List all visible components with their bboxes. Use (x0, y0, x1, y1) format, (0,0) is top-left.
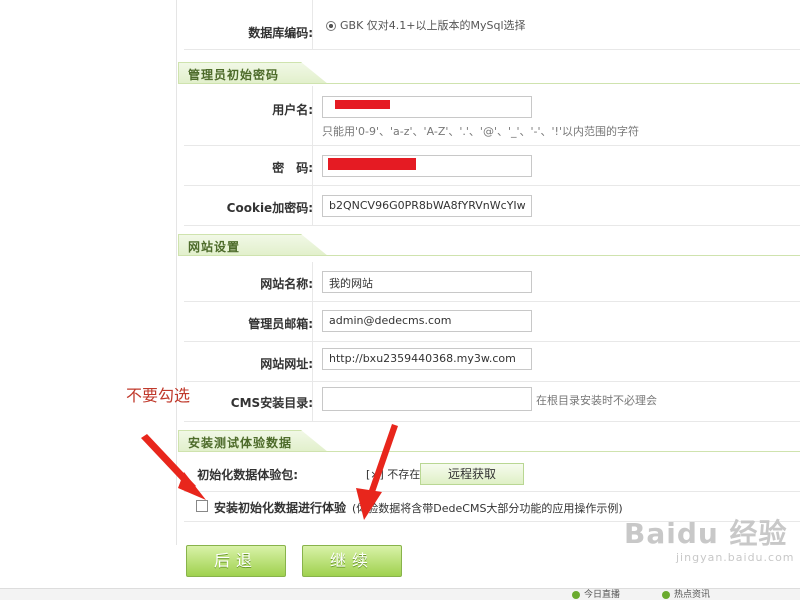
username-hint: 只能用'0-9'、'a-z'、'A-Z'、'.'、'@'、'_'、'-'、'!'… (322, 125, 639, 138)
install-test-data-checkbox[interactable] (196, 500, 208, 512)
cookie-input[interactable]: b2QNCV96G0PR8bWA8fYRVnWcYIw (322, 195, 532, 217)
password-label: 密 码: (272, 161, 313, 175)
annotation-text: 不要勾选 (126, 386, 191, 405)
install-test-data-hint: (体验数据将含带DedeCMS大部分功能的应用操作示例) (352, 502, 623, 515)
cookie-label: Cookie加密码: (226, 201, 313, 215)
site-section-title: 网站设置 (188, 240, 241, 254)
baidu-watermark-url: jingyan.baidu.com (676, 551, 795, 564)
admin-email-input[interactable]: admin@dedecms.com (322, 310, 532, 332)
install-test-data-label: 安装初始化数据进行体验 (214, 501, 347, 515)
cms-dir-hint: 在根目录安装时不必理会 (536, 394, 657, 407)
test-section-header: 安装测试体验数据 (178, 430, 800, 452)
admin-email-label: 管理员邮箱: (248, 317, 313, 331)
admin-section-header: 管理员初始密码 (178, 62, 800, 84)
section-line (178, 83, 800, 84)
username-label: 用户名: (272, 103, 313, 117)
site-url-input[interactable]: http://bxu2359440368.my3w.com (322, 348, 532, 370)
row-separator (312, 186, 313, 225)
cms-dir-input[interactable] (322, 387, 532, 411)
section-line (178, 451, 800, 452)
remote-fetch-button[interactable]: 远程获取 (420, 463, 524, 485)
site-name-input[interactable]: 我的网站 (322, 271, 532, 293)
password-redaction (328, 158, 416, 170)
row-separator (312, 262, 313, 301)
row-separator (312, 86, 313, 145)
row-separator (312, 382, 313, 421)
status-item-news[interactable]: 热点资讯 (662, 589, 710, 600)
row-separator (312, 146, 313, 185)
row-separator (312, 0, 313, 49)
username-redaction (335, 100, 390, 109)
test-section-title: 安装测试体验数据 (188, 436, 293, 450)
site-section-header: 网站设置 (178, 234, 800, 256)
row-separator (312, 302, 313, 341)
baidu-watermark-logo: Baidu 经验 (624, 517, 788, 550)
back-button[interactable]: 后退 (186, 545, 286, 577)
db-encoding-label: 数据库编码: (248, 26, 313, 40)
gbk-option-text: GBK 仅对4.1+以上版本的MySql选择 (340, 19, 526, 32)
admin-section-title: 管理员初始密码 (188, 68, 280, 82)
status-item-live[interactable]: 今日直播 (572, 589, 620, 600)
news-icon (662, 590, 670, 599)
gbk-radio[interactable] (326, 21, 336, 31)
site-url-label: 网站网址: (260, 357, 313, 371)
row-separator (312, 342, 313, 381)
continue-button[interactable]: 继续 (302, 545, 402, 577)
init-package-label: 初始化数据体验包: (197, 468, 298, 482)
site-name-label: 网站名称: (260, 277, 313, 291)
live-icon (572, 590, 580, 599)
panel-left-border (176, 0, 177, 545)
cms-dir-label: CMS安装目录: (230, 396, 313, 410)
init-package-status: [×] 不存在 (366, 468, 421, 481)
browser-status-bar: 今日直播 热点资讯 (0, 588, 800, 600)
section-line (178, 255, 800, 256)
